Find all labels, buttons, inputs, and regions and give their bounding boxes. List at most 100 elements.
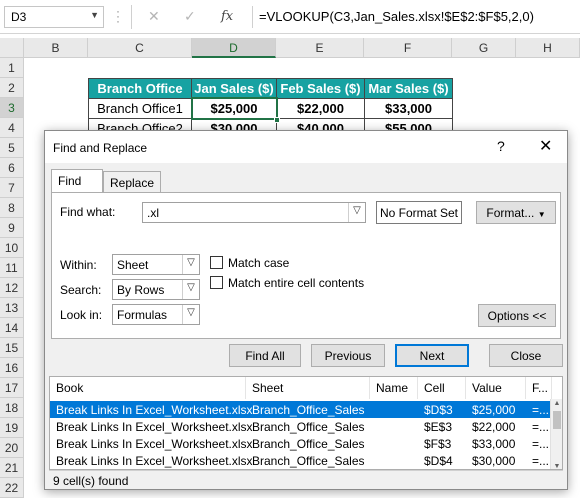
tab-replace[interactable]: Replace xyxy=(103,171,161,193)
name-box-value: D3 xyxy=(11,10,27,24)
search-label: Search: xyxy=(60,283,102,297)
results-column-book[interactable]: Book xyxy=(50,377,246,399)
find-what-input[interactable]: .xl ▽ xyxy=(142,202,366,223)
column-header-g[interactable]: G xyxy=(452,38,516,58)
format-button[interactable]: Format... ▼ xyxy=(476,201,556,224)
look-in-value: Formulas xyxy=(117,308,168,322)
row-header[interactable]: 10 xyxy=(0,238,24,258)
table-header-jan-sales[interactable]: Jan Sales ($) xyxy=(191,78,277,99)
scroll-down-icon[interactable]: ▼ xyxy=(551,463,562,469)
row-header[interactable]: 9 xyxy=(0,218,24,238)
function-icon[interactable]: fx xyxy=(221,9,233,24)
find-replace-dialog: Find and Replace ? ✕ Find Replace Find w… xyxy=(44,130,568,490)
cancel-icon[interactable]: ✕ xyxy=(148,8,160,25)
match-case-checkbox[interactable] xyxy=(210,256,223,269)
result-cell: $F$3 xyxy=(424,437,452,451)
previous-button[interactable]: Previous xyxy=(311,344,385,367)
row-header[interactable]: 22 xyxy=(0,478,24,498)
row-header[interactable]: 6 xyxy=(0,158,24,178)
row-header[interactable]: 20 xyxy=(0,438,24,458)
table-cell[interactable]: $22,000 xyxy=(276,98,365,119)
chevron-down-icon[interactable]: ▽ xyxy=(182,255,199,274)
close-button[interactable]: Close xyxy=(489,344,563,367)
column-header-f[interactable]: F xyxy=(364,38,452,58)
table-cell[interactable]: $33,000 xyxy=(364,98,453,119)
row-header[interactable]: 1 xyxy=(0,58,24,78)
table-cell[interactable]: Branch Office1 xyxy=(88,98,192,119)
result-book: Break Links In Excel_Worksheet.xlsx xyxy=(56,420,253,434)
row-header-selected[interactable]: 3 xyxy=(0,98,24,118)
row-header[interactable]: 2 xyxy=(0,78,24,98)
table-header-mar-sales[interactable]: Mar Sales ($) xyxy=(364,78,453,99)
table-header-feb-sales[interactable]: Feb Sales ($) xyxy=(276,78,365,99)
fill-handle[interactable] xyxy=(274,117,280,123)
column-header-e[interactable]: E xyxy=(276,38,364,58)
result-sheet: Branch_Office_Sales xyxy=(252,403,365,417)
table-header-branch-office[interactable]: Branch Office xyxy=(88,78,192,99)
search-select[interactable]: By Rows ▽ xyxy=(112,279,200,300)
scrollbar-thumb[interactable] xyxy=(553,411,561,429)
match-entire-checkbox[interactable] xyxy=(210,276,223,289)
result-row[interactable]: Break Links In Excel_Worksheet.xlsx Bran… xyxy=(50,452,556,469)
scroll-up-icon[interactable]: ▲ xyxy=(551,400,562,407)
chevron-down-icon[interactable]: ▽ xyxy=(348,203,365,222)
result-sheet: Branch_Office_Sales xyxy=(252,454,365,468)
results-column-name[interactable]: Name xyxy=(370,377,418,399)
result-formula: =... xyxy=(532,454,550,468)
formula-input[interactable]: =VLOOKUP(C3,Jan_Sales.xlsx!$E$2:$F$5,2,0… xyxy=(252,6,578,28)
result-row[interactable]: Break Links In Excel_Worksheet.xlsx Bran… xyxy=(50,418,556,435)
result-row[interactable]: Break Links In Excel_Worksheet.xlsx Bran… xyxy=(50,435,556,452)
column-header-b[interactable]: B xyxy=(24,38,88,58)
no-format-set-button[interactable]: No Format Set xyxy=(376,201,462,224)
row-header[interactable]: 13 xyxy=(0,298,24,318)
results-scrollbar[interactable]: ▲ ▼ xyxy=(550,399,562,469)
confirm-icon[interactable]: ✓ xyxy=(184,8,196,25)
row-header[interactable]: 7 xyxy=(0,178,24,198)
result-formula: =... xyxy=(532,420,550,434)
row-header[interactable]: 16 xyxy=(0,358,24,378)
result-book: Break Links In Excel_Worksheet.xlsx xyxy=(56,437,253,451)
results-column-value[interactable]: Value xyxy=(466,377,526,399)
help-icon[interactable]: ? xyxy=(497,138,505,154)
result-book: Break Links In Excel_Worksheet.xlsx xyxy=(56,454,253,468)
options-button[interactable]: Options << xyxy=(478,304,556,327)
row-header[interactable]: 4 xyxy=(0,118,24,138)
find-all-button[interactable]: Find All xyxy=(229,344,301,367)
row-header[interactable]: 8 xyxy=(0,198,24,218)
row-header[interactable]: 21 xyxy=(0,458,24,478)
next-button[interactable]: Next xyxy=(395,344,469,367)
row-header[interactable]: 19 xyxy=(0,418,24,438)
find-what-value: .xl xyxy=(147,206,159,220)
chevron-down-icon[interactable]: ▽ xyxy=(182,305,199,324)
row-header[interactable]: 11 xyxy=(0,258,24,278)
select-all-corner[interactable] xyxy=(0,38,24,58)
tab-find[interactable]: Find xyxy=(51,169,103,193)
match-entire-label[interactable]: Match entire cell contents xyxy=(228,276,364,290)
dialog-titlebar[interactable]: Find and Replace ? ✕ xyxy=(45,131,567,163)
column-header-d[interactable]: D xyxy=(192,38,276,58)
row-header[interactable]: 14 xyxy=(0,318,24,338)
more-options-icon[interactable]: · · · xyxy=(116,5,120,27)
results-column-cell[interactable]: Cell xyxy=(418,377,466,399)
row-header[interactable]: 18 xyxy=(0,398,24,418)
chevron-down-icon[interactable]: ▽ xyxy=(182,280,199,299)
result-sheet: Branch_Office_Sales xyxy=(252,437,365,451)
result-row-selected[interactable]: Break Links In Excel_Worksheet.xlsx Bran… xyxy=(50,401,556,418)
row-header[interactable]: 12 xyxy=(0,278,24,298)
result-cell: $E$3 xyxy=(424,420,453,434)
results-column-sheet[interactable]: Sheet xyxy=(246,377,370,399)
within-select[interactable]: Sheet ▽ xyxy=(112,254,200,275)
tab-replace-label: Replace xyxy=(110,176,155,190)
match-case-label[interactable]: Match case xyxy=(228,256,289,270)
row-header[interactable]: 17 xyxy=(0,378,24,398)
look-in-select[interactable]: Formulas ▽ xyxy=(112,304,200,325)
column-header-h[interactable]: H xyxy=(516,38,580,58)
chevron-down-icon[interactable]: ▼ xyxy=(90,10,99,20)
row-header[interactable]: 15 xyxy=(0,338,24,358)
results-column-formula[interactable]: F... xyxy=(526,377,552,399)
results-list[interactable]: Book Sheet Name Cell Value F... Break Li… xyxy=(49,376,563,470)
column-header-c[interactable]: C xyxy=(88,38,192,58)
name-box[interactable]: D3 ▼ xyxy=(4,6,104,28)
row-header[interactable]: 5 xyxy=(0,138,24,158)
close-icon[interactable]: ✕ xyxy=(539,136,552,156)
